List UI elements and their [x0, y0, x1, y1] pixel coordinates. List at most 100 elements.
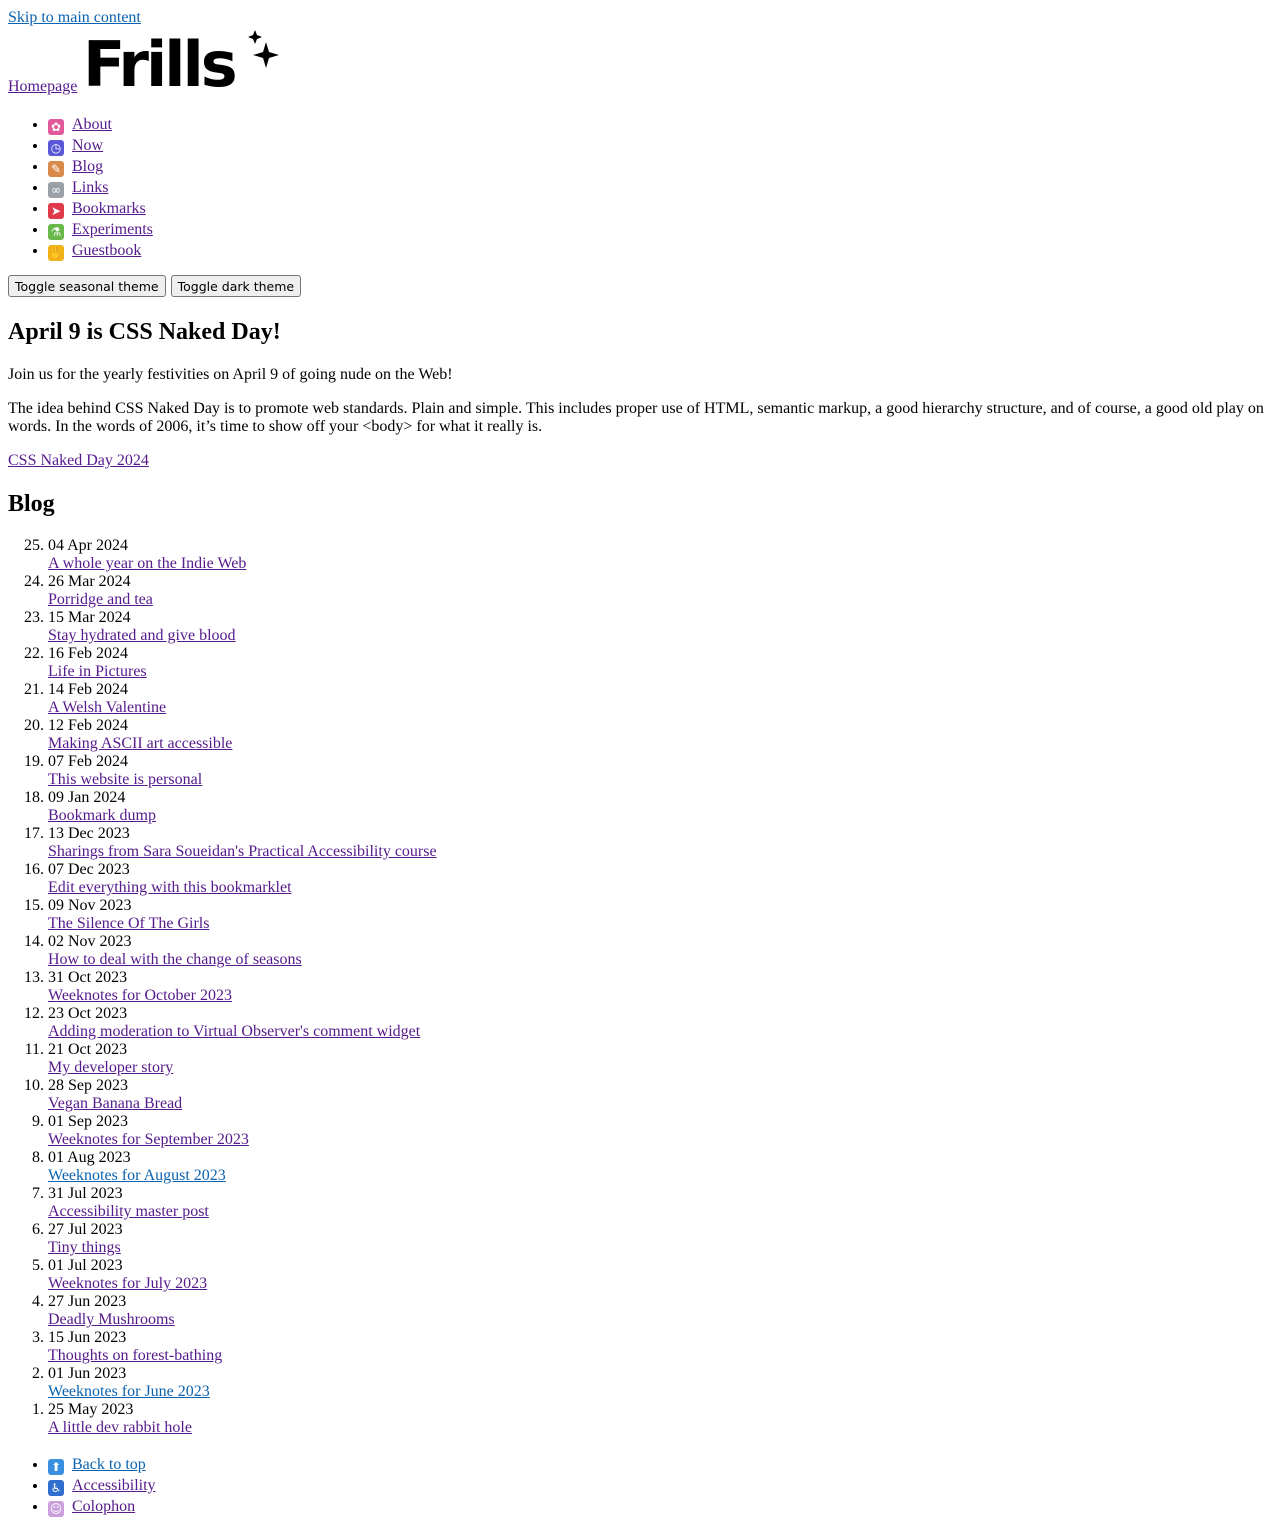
post-title-link[interactable]: Weeknotes for July 2023: [48, 1275, 437, 1293]
post-title-link[interactable]: Deadly Mushrooms: [48, 1311, 437, 1329]
nav-link-about[interactable]: About: [72, 116, 112, 133]
post-title-link[interactable]: Stay hydrated and give blood: [48, 627, 437, 645]
post-date: 01 Jun 2023: [48, 1365, 127, 1382]
blog-post-item: 15 Mar 2024Stay hydrated and give blood: [48, 609, 437, 645]
post-date: 31 Oct 2023: [48, 969, 128, 986]
naked-day-intro: Join us for the yearly festivities on Ap…: [8, 366, 453, 383]
blog-post-item: 04 Apr 2024A whole year on the Indie Web: [48, 537, 437, 573]
wheelchair-icon: ♿: [48, 1480, 64, 1496]
post-title-link[interactable]: Thoughts on forest-bathing: [48, 1347, 437, 1365]
post-title-link[interactable]: Adding moderation to Virtual Observer's …: [48, 1023, 437, 1041]
post-title-link[interactable]: Bookmark dump: [48, 807, 437, 825]
blog-post-item: 07 Feb 2024This website is personal: [48, 753, 437, 789]
post-title-link[interactable]: Porridge and tea: [48, 591, 437, 609]
post-date: 31 Jul 2023: [48, 1185, 123, 1202]
post-title-link[interactable]: Vegan Banana Bread: [48, 1095, 437, 1113]
nav-item-blog: ✎ Blog: [48, 156, 153, 177]
blog-post-item: 01 Jun 2023Weeknotes for June 2023: [48, 1365, 437, 1401]
footer-item-colophon: ☺ Colophon: [48, 1496, 156, 1517]
toggle-seasonal-theme-button[interactable]: Toggle seasonal theme: [8, 275, 166, 297]
footer-item-accessibility: ♿ Accessibility: [48, 1475, 156, 1496]
link-icon: ∞: [48, 182, 64, 198]
post-date: 26 Mar 2024: [48, 573, 131, 590]
post-title-link[interactable]: Edit everything with this bookmarklet: [48, 879, 437, 897]
footer-item-back-to-top: ⬆ Back to top: [48, 1454, 156, 1475]
post-title-link[interactable]: My developer story: [48, 1059, 437, 1077]
post-date: 07 Dec 2023: [48, 861, 130, 878]
nav-item-now: ◷ Now: [48, 135, 153, 156]
blog-post-item: 28 Sep 2023Vegan Banana Bread: [48, 1077, 437, 1113]
sparkle-small-icon: [248, 30, 262, 44]
post-title-link[interactable]: How to deal with the change of seasons: [48, 951, 437, 969]
nav-item-experiments: ⚗ Experiments: [48, 219, 153, 240]
blog-post-item: 09 Nov 2023The Silence Of The Girls: [48, 897, 437, 933]
blog-post-item: 16 Feb 2024Life in Pictures: [48, 645, 437, 681]
frills-logo[interactable]: Frills: [83, 26, 283, 92]
main-nav: ✿ About ◷ Now ✎ Blog ∞ Links ➤ Bookmarks ⚗ Experime…: [8, 114, 153, 261]
waving-hand-icon: ✋: [48, 245, 64, 261]
blog-post-item: 31 Jul 2023Accessibility master post: [48, 1185, 437, 1221]
post-date: 04 Apr 2024: [48, 537, 128, 554]
blog-post-item: 14 Feb 2024A Welsh Valentine: [48, 681, 437, 717]
test-tube-icon: ⚗: [48, 224, 64, 240]
person-at-computer-icon: ☺: [48, 1501, 64, 1517]
post-title-link[interactable]: A whole year on the Indie Web: [48, 555, 437, 573]
post-title-link[interactable]: Sharings from Sara Soueidan's Practical …: [48, 843, 437, 861]
nav-link-guestbook[interactable]: Guestbook: [72, 242, 141, 259]
nav-link-now[interactable]: Now: [72, 137, 103, 154]
post-title-link[interactable]: Weeknotes for August 2023: [48, 1167, 437, 1185]
post-date: 01 Jul 2023: [48, 1257, 123, 1274]
theme-toggles: Toggle seasonal theme Toggle dark theme: [8, 275, 302, 297]
post-date: 23 Oct 2023: [48, 1005, 128, 1022]
homepage-link[interactable]: Homepage: [8, 78, 77, 96]
memo-icon: ✎: [48, 161, 64, 177]
stopwatch-icon: ◷: [48, 140, 64, 156]
post-date: 09 Nov 2023: [48, 897, 132, 914]
post-title-link[interactable]: Accessibility master post: [48, 1203, 437, 1221]
post-date: 28 Sep 2023: [48, 1077, 128, 1094]
sparkle-large-icon: [253, 42, 279, 68]
nav-link-experiments[interactable]: Experiments: [72, 221, 153, 238]
naked-day-link-paragraph: CSS Naked Day 2024: [8, 452, 1270, 470]
post-title-link[interactable]: A little dev rabbit hole: [48, 1419, 437, 1437]
footer-link-colophon[interactable]: Colophon: [72, 1498, 135, 1515]
blog-post-item: 15 Jun 2023Thoughts on forest-bathing: [48, 1329, 437, 1365]
blog-post-item: 27 Jun 2023Deadly Mushrooms: [48, 1293, 437, 1329]
toggle-dark-theme-button[interactable]: Toggle dark theme: [170, 275, 302, 297]
naked-day-2024-link[interactable]: CSS Naked Day 2024: [8, 452, 149, 469]
post-title-link[interactable]: Life in Pictures: [48, 663, 437, 681]
post-date: 01 Sep 2023: [48, 1113, 128, 1130]
blog-post-item: 31 Oct 2023Weeknotes for October 2023: [48, 969, 437, 1005]
post-date: 13 Dec 2023: [48, 825, 130, 842]
post-title-link[interactable]: Tiny things: [48, 1239, 437, 1257]
post-title-link[interactable]: Weeknotes for September 2023: [48, 1131, 437, 1149]
nav-link-links[interactable]: Links: [72, 179, 108, 196]
post-date: 09 Jan 2024: [48, 789, 126, 806]
nav-link-bookmarks[interactable]: Bookmarks: [72, 200, 146, 217]
skip-to-content-link[interactable]: Skip to main content: [8, 9, 141, 27]
blog-post-item: 01 Aug 2023Weeknotes for August 2023: [48, 1149, 437, 1185]
post-title-link[interactable]: This website is personal: [48, 771, 437, 789]
nav-item-guestbook: ✋ Guestbook: [48, 240, 153, 261]
post-date: 16 Feb 2024: [48, 645, 128, 662]
post-title-link[interactable]: Weeknotes for October 2023: [48, 987, 437, 1005]
post-date: 14 Feb 2024: [48, 681, 128, 698]
footer-link-back-to-top[interactable]: Back to top: [72, 1456, 146, 1473]
blog-post-item: 23 Oct 2023Adding moderation to Virtual …: [48, 1005, 437, 1041]
post-date: 02 Nov 2023: [48, 933, 132, 950]
blog-post-item: 27 Jul 2023Tiny things: [48, 1221, 437, 1257]
post-title-link[interactable]: Weeknotes for June 2023: [48, 1383, 437, 1401]
nav-item-links: ∞ Links: [48, 177, 153, 198]
blog-heading: Blog: [8, 491, 55, 517]
nav-item-bookmarks: ➤ Bookmarks: [48, 198, 153, 219]
post-date: 25 May 2023: [48, 1401, 134, 1418]
nav-link-blog[interactable]: Blog: [72, 158, 103, 175]
post-title-link[interactable]: Making ASCII art accessible: [48, 735, 437, 753]
footer-link-accessibility[interactable]: Accessibility: [72, 1477, 156, 1494]
post-title-link[interactable]: The Silence Of The Girls: [48, 915, 437, 933]
logo-wordmark: Frills: [83, 28, 235, 92]
post-date: 27 Jul 2023: [48, 1221, 123, 1238]
tulip-icon: ✿: [48, 119, 64, 135]
post-title-link[interactable]: A Welsh Valentine: [48, 699, 437, 717]
up-arrow-icon: ⬆: [48, 1459, 64, 1475]
